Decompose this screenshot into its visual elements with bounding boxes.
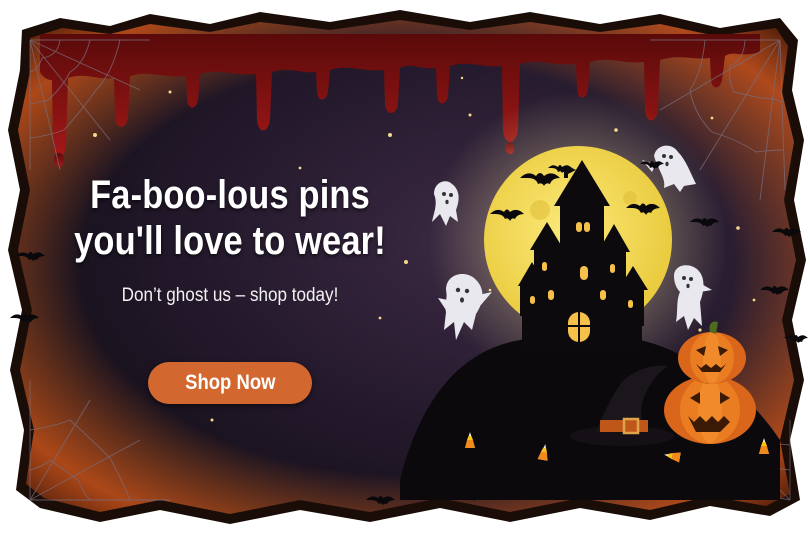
shop-now-button[interactable]: Shop Now — [148, 362, 312, 404]
headline-line-2: you'll love to wear! — [74, 219, 386, 263]
subheadline: Don’t ghost us – shop today! — [121, 285, 339, 306]
halloween-banner: Fa-boo-lous pins you'll love to wear! Do… — [0, 0, 810, 540]
promo-copy: Fa-boo-lous pins you'll love to wear! Do… — [40, 172, 420, 308]
headline-line-1: Fa-boo-lous pins — [90, 173, 370, 217]
headline: Fa-boo-lous pins you'll love to wear! — [67, 172, 394, 264]
shop-now-label: Shop Now — [184, 371, 276, 394]
